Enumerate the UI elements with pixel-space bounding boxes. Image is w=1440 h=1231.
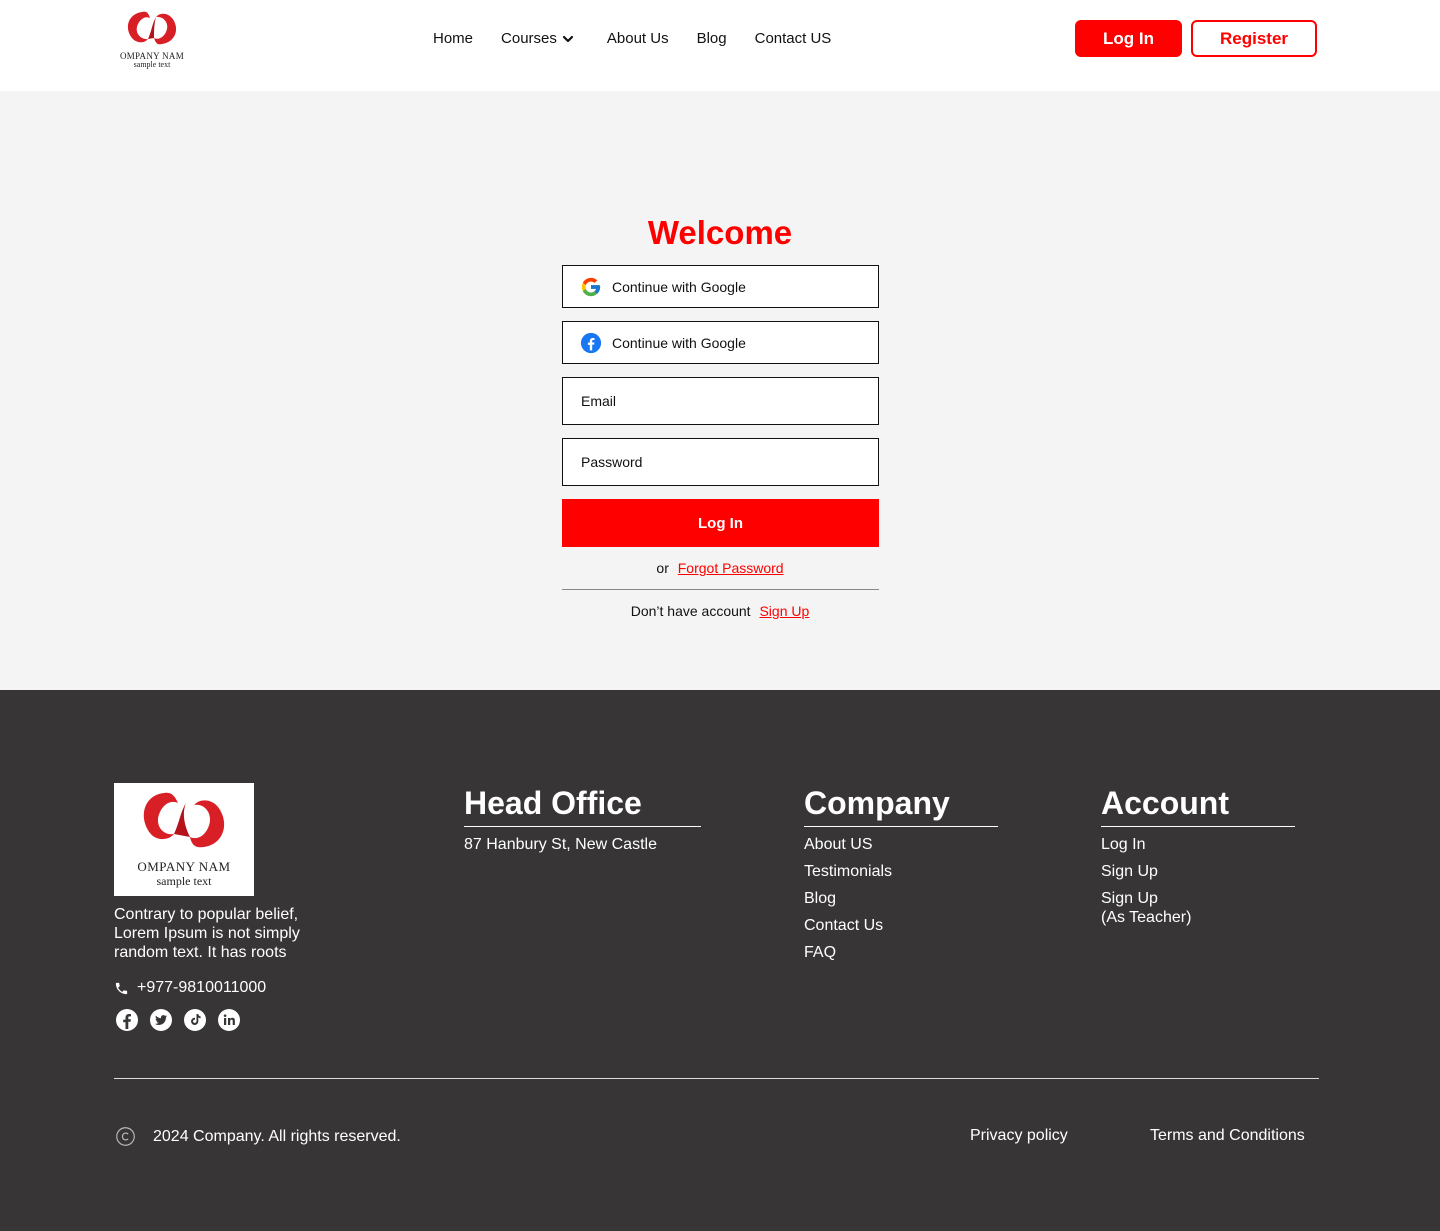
footer-divider bbox=[114, 1078, 1319, 1079]
site-header: OMPANY NAM sample text Home Courses Abou… bbox=[0, 0, 1440, 91]
email-field[interactable] bbox=[562, 377, 879, 425]
address-text: 87 Hanbury St, New Castle bbox=[464, 836, 657, 853]
privacy-policy-link[interactable]: Privacy policy bbox=[970, 1127, 1068, 1145]
google-icon bbox=[580, 276, 602, 298]
head-office-title: Head Office bbox=[464, 785, 701, 827]
footer-logo-tagline: sample text bbox=[156, 874, 212, 888]
forgot-password-row: or Forgot Password bbox=[0, 560, 1440, 576]
nav-blog-link[interactable]: Blog bbox=[697, 30, 727, 47]
social-links bbox=[115, 1008, 241, 1032]
header-register-button[interactable]: Register bbox=[1191, 20, 1317, 57]
phone-number: +977-9810011000 bbox=[137, 979, 267, 996]
footer-link-signup[interactable]: Sign Up bbox=[1101, 858, 1191, 885]
logo-mark-icon bbox=[127, 11, 177, 45]
phone-icon bbox=[115, 982, 128, 994]
copyright-text: 2024 Company. All rights reserved. bbox=[153, 1127, 401, 1145]
login-submit-button[interactable]: Log In bbox=[562, 499, 879, 547]
company-links: About US Testimonials Blog Contact Us FA… bbox=[804, 831, 892, 966]
copyright: 2024 Company. All rights reserved. bbox=[115, 1126, 401, 1147]
copyright-icon bbox=[116, 1127, 135, 1146]
account-title: Account bbox=[1101, 785, 1295, 827]
nav-courses-label: Courses bbox=[501, 30, 557, 47]
no-account-text: Don’t have account bbox=[630, 603, 751, 619]
signup-teacher-line2: (As Teacher) bbox=[1101, 909, 1192, 926]
password-field[interactable] bbox=[562, 438, 879, 486]
footer-phone[interactable]: +977-9810011000 bbox=[114, 979, 266, 997]
or-text: or bbox=[656, 560, 669, 576]
tiktok-icon[interactable] bbox=[183, 1008, 207, 1032]
facebook-signin-label: Continue with Google bbox=[612, 334, 746, 351]
logo-tagline: sample text bbox=[133, 60, 171, 69]
footer-link-blog[interactable]: Blog bbox=[804, 885, 892, 912]
footer-link-signup-teacher[interactable]: Sign Up (As Teacher) bbox=[1101, 889, 1191, 927]
terms-link[interactable]: Terms and Conditions bbox=[1150, 1127, 1305, 1145]
footer-logo[interactable]: OMPANY NAM sample text bbox=[114, 783, 254, 896]
forgot-password-link[interactable]: Forgot Password bbox=[678, 560, 784, 576]
signup-row: Don’t have account Sign Up bbox=[0, 603, 1440, 619]
company-logo[interactable]: OMPANY NAM sample text bbox=[118, 6, 186, 72]
twitter-icon[interactable] bbox=[149, 1008, 173, 1032]
header-login-button[interactable]: Log In bbox=[1075, 20, 1182, 57]
login-divider bbox=[562, 589, 879, 590]
linkedin-icon[interactable] bbox=[217, 1008, 241, 1032]
google-signin-button[interactable]: Continue with Google bbox=[562, 265, 879, 308]
footer-link-faq[interactable]: FAQ bbox=[804, 939, 892, 966]
chevron-down-icon bbox=[562, 35, 573, 42]
company-title: Company bbox=[804, 785, 998, 827]
footer-link-testimonials[interactable]: Testimonials bbox=[804, 858, 892, 885]
site-footer: OMPANY NAM sample text Contrary to popul… bbox=[0, 690, 1440, 1231]
footer-link-about[interactable]: About US bbox=[804, 831, 892, 858]
head-office-address: 87 Hanbury St, New Castle bbox=[464, 831, 657, 858]
login-title: Welcome bbox=[647, 214, 793, 251]
login-section: Welcome Continue with Google Continue wi… bbox=[0, 91, 1440, 690]
google-signin-label: Continue with Google bbox=[612, 278, 746, 295]
footer-logo-company-name: OMPANY NAM bbox=[137, 859, 231, 874]
footer-link-login[interactable]: Log In bbox=[1101, 831, 1191, 858]
facebook-signin-button[interactable]: Continue with Google bbox=[562, 321, 879, 364]
footer-logo-mark-icon bbox=[143, 792, 225, 848]
facebook-icon[interactable] bbox=[115, 1008, 139, 1032]
facebook-icon bbox=[580, 332, 602, 354]
nav-about-link[interactable]: About Us bbox=[607, 30, 669, 47]
nav-courses-dropdown[interactable]: Courses bbox=[501, 30, 575, 47]
nav-contact-link[interactable]: Contact US bbox=[755, 30, 832, 47]
signup-link[interactable]: Sign Up bbox=[759, 603, 809, 619]
footer-description: Contrary to popular belief, Lorem Ipsum … bbox=[114, 906, 300, 961]
signup-teacher-line1: Sign Up bbox=[1101, 890, 1158, 907]
footer-link-contact[interactable]: Contact Us bbox=[804, 912, 892, 939]
account-links: Log In Sign Up Sign Up (As Teacher) bbox=[1101, 831, 1191, 927]
main-nav: Home Courses About Us Blog Contact US bbox=[433, 30, 831, 47]
nav-home-link[interactable]: Home bbox=[433, 30, 473, 47]
